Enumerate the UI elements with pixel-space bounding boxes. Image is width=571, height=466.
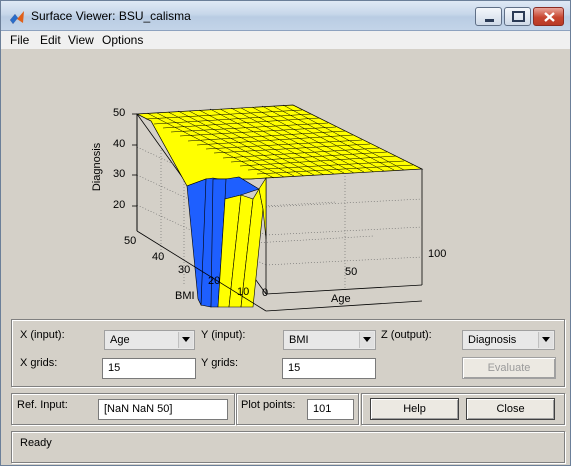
ref-input-panel: Ref. Input: [NaN NaN 50] <box>11 393 235 425</box>
minimize-button[interactable] <box>475 7 502 26</box>
x-axis-label: Age <box>331 293 351 305</box>
window-title: Surface Viewer: BSU_calisma <box>31 9 191 23</box>
z-tick-label: 30 <box>113 168 126 180</box>
plot-points-field[interactable]: 101 <box>307 399 354 420</box>
y-tick-label: 30 <box>178 264 191 276</box>
z-output-value: Diagnosis <box>468 334 517 346</box>
surface-viewer-window: Surface Viewer: BSU_calisma File Edit Vi… <box>0 0 571 466</box>
z-tick-label: 50 <box>113 107 126 119</box>
x-input-value: Age <box>110 334 130 346</box>
menu-bar: File Edit View Options <box>1 31 570 49</box>
plot-points-panel: Plot points: 101 <box>236 393 359 425</box>
evaluate-button[interactable]: Evaluate <box>462 357 556 379</box>
help-button[interactable]: Help <box>370 398 459 420</box>
title-bar[interactable]: Surface Viewer: BSU_calisma <box>1 1 570 31</box>
y-tick-label: 50 <box>124 235 137 247</box>
menu-edit[interactable]: Edit <box>40 33 61 47</box>
y-input-value: BMI <box>289 334 309 346</box>
menu-options[interactable]: Options <box>102 33 143 47</box>
status-text: Ready <box>20 437 52 449</box>
close-window-button[interactable] <box>533 7 564 26</box>
z-tick-label: 20 <box>113 199 126 211</box>
minimize-icon <box>485 19 494 22</box>
ref-input-label: Ref. Input: <box>17 399 68 411</box>
x-tick-label: 50 <box>345 266 358 278</box>
surface-plot[interactable] <box>1 49 570 317</box>
y-axis-label: BMI <box>175 290 195 302</box>
y-tick-label: 20 <box>208 275 221 287</box>
close-button[interactable]: Close <box>466 398 555 420</box>
x-input-label: X (input): <box>20 329 65 341</box>
z-axis-label: Diagnosis <box>91 142 104 192</box>
y-grids-label: Y grids: <box>201 357 239 369</box>
axes-selection-panel: X (input): Age Y (input): BMI Z (output)… <box>11 319 565 387</box>
y-input-label: Y (input): <box>201 329 246 341</box>
z-tick-label: 40 <box>113 138 126 150</box>
action-buttons-panel: Help Close <box>361 393 565 425</box>
z-output-select[interactable]: Diagnosis <box>462 330 555 350</box>
y-tick-label: 40 <box>152 251 165 263</box>
y-tick-label: 10 <box>237 286 250 298</box>
x-tick-label: 100 <box>428 248 447 260</box>
x-grids-field[interactable]: 15 <box>102 358 196 379</box>
chevron-down-icon <box>538 332 553 348</box>
menu-view[interactable]: View <box>68 33 94 47</box>
maximize-icon <box>512 11 525 22</box>
menu-file[interactable]: File <box>10 33 29 47</box>
surface-plot-area[interactable]: 50 40 30 20 Diagnosis 50 40 30 20 10 BMI… <box>1 49 570 317</box>
plot-points-label: Plot points: <box>241 399 296 411</box>
x-tick-label: 0 <box>262 287 269 299</box>
maximize-button[interactable] <box>504 7 531 26</box>
x-input-select[interactable]: Age <box>104 330 195 350</box>
chevron-down-icon <box>359 332 374 348</box>
close-icon <box>544 12 555 22</box>
chevron-down-icon <box>178 332 193 348</box>
y-input-select[interactable]: BMI <box>283 330 376 350</box>
z-output-label: Z (output): <box>381 329 432 341</box>
x-grids-label: X grids: <box>20 357 58 369</box>
status-panel: Ready <box>11 431 565 463</box>
matlab-logo-icon <box>10 11 24 24</box>
ref-input-field[interactable]: [NaN NaN 50] <box>98 399 228 420</box>
y-grids-field[interactable]: 15 <box>282 358 376 379</box>
